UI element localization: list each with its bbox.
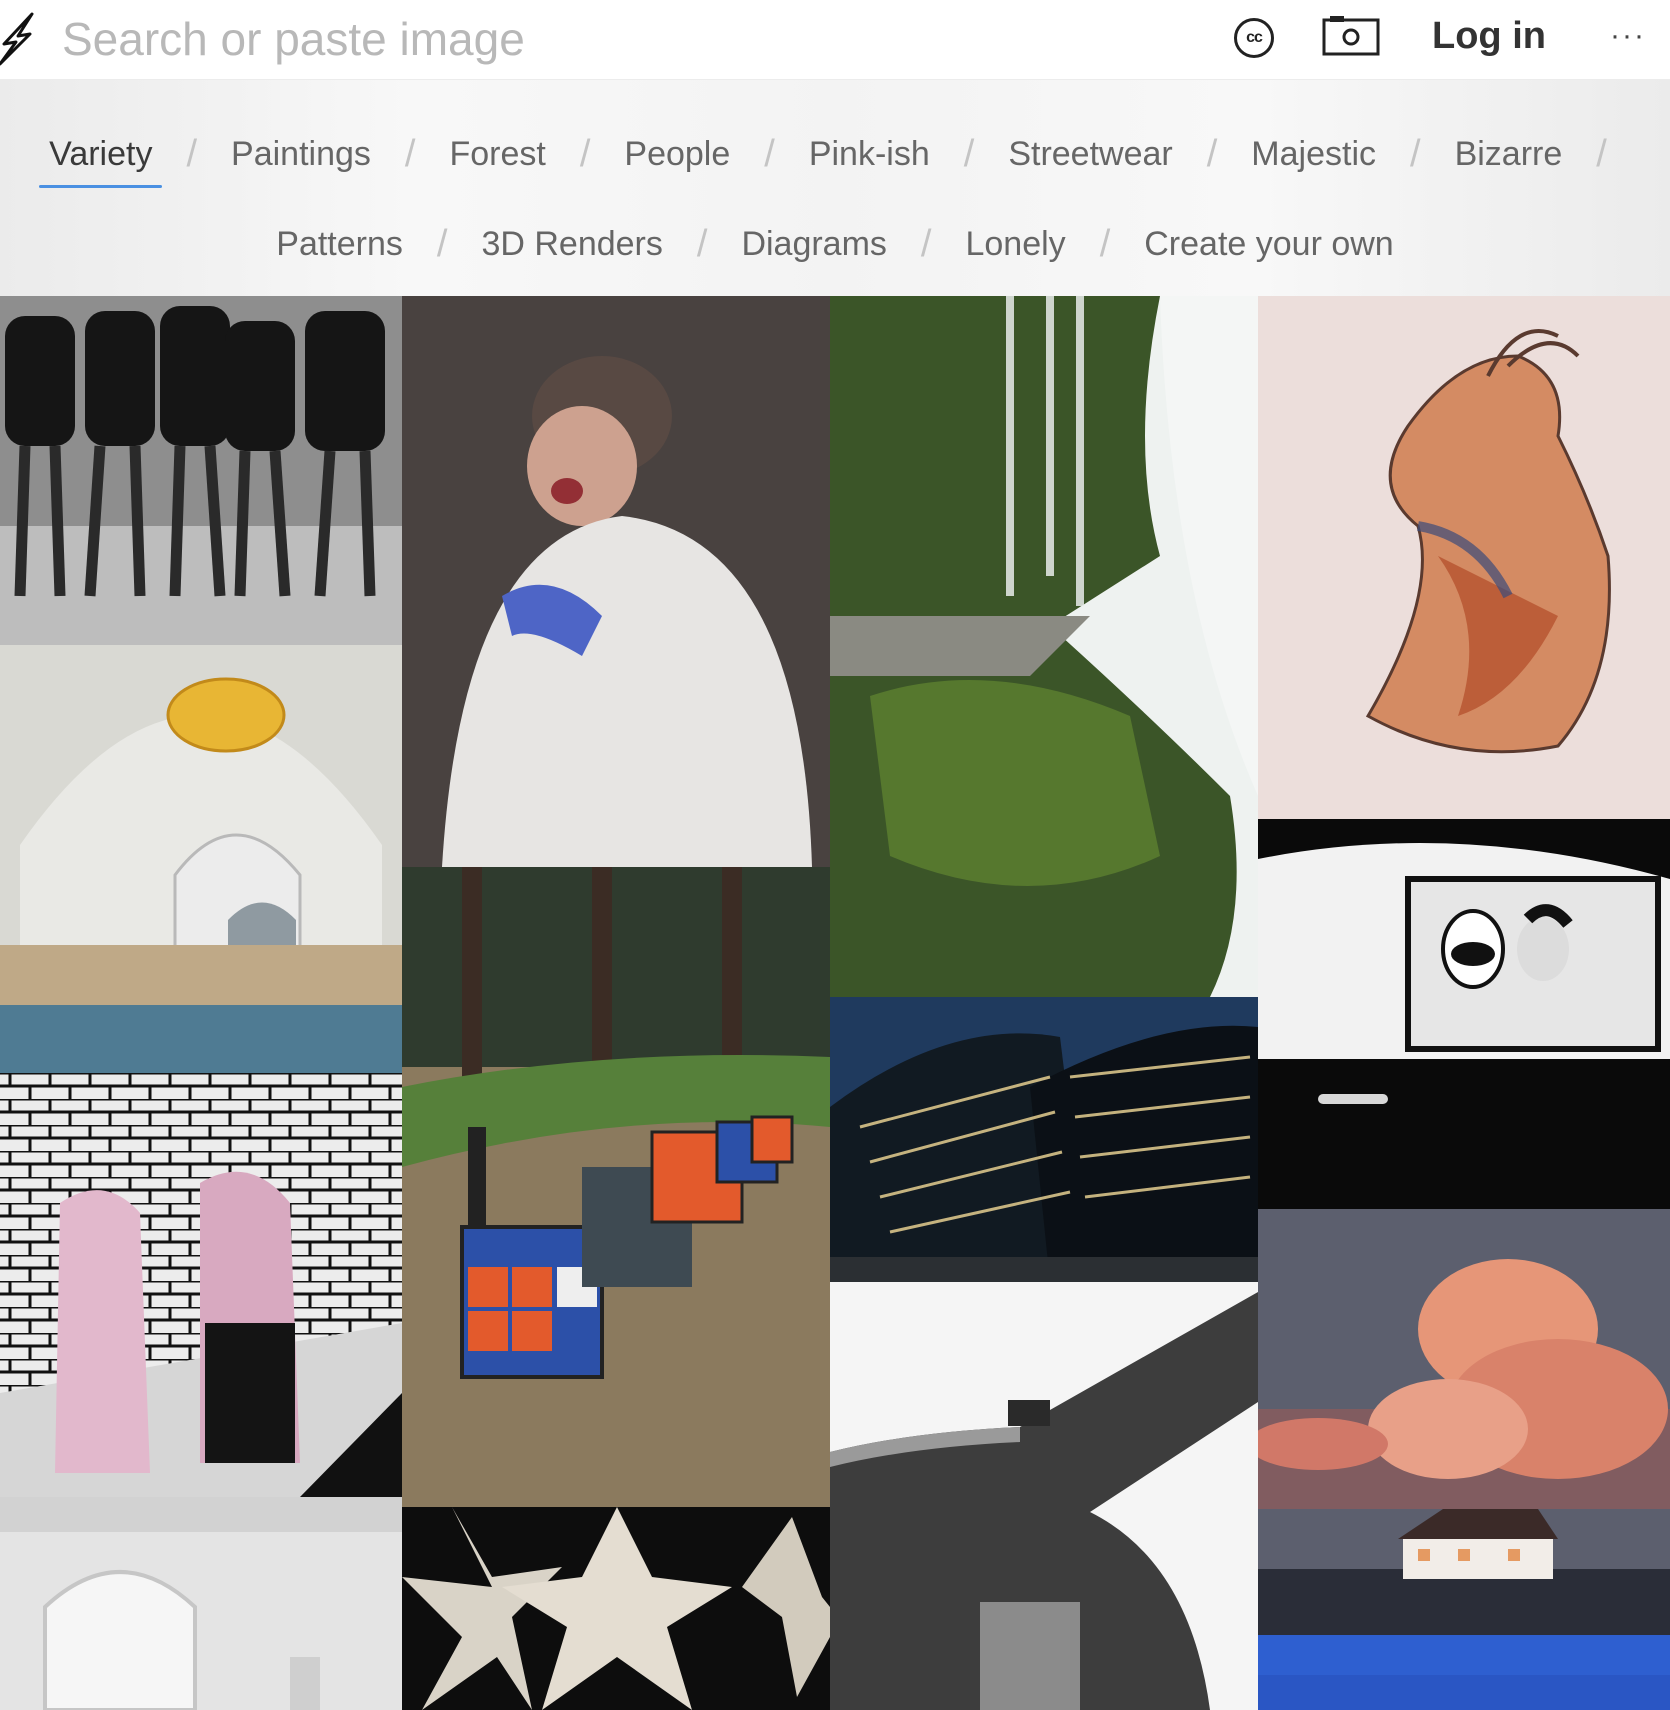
camera-icon[interactable] xyxy=(1322,14,1380,58)
image-tile-women-dresses[interactable] xyxy=(0,296,402,645)
creative-commons-label: cc xyxy=(1246,29,1263,46)
category-row-1: Variety / Paintings / Forest / People / … xyxy=(0,126,1670,188)
image-tile-fur-coats[interactable] xyxy=(0,1073,402,1497)
category-tab-majestic[interactable]: Majestic xyxy=(1241,135,1386,174)
category-separator: / xyxy=(1596,132,1607,175)
category-tab-paintings[interactable]: Paintings xyxy=(221,135,381,174)
creative-commons-icon[interactable]: cc xyxy=(1234,18,1274,58)
category-tab-people[interactable]: People xyxy=(614,135,740,174)
category-row-2: Patterns / 3D Renders / Diagrams / Lonel… xyxy=(0,216,1670,272)
top-bar: cc Log in ··· xyxy=(0,0,1670,80)
category-separator: / xyxy=(920,222,932,265)
category-tab-forest[interactable]: Forest xyxy=(439,135,555,174)
image-tile-pool-hall[interactable] xyxy=(0,645,402,1073)
category-separator: / xyxy=(579,132,591,175)
category-separator: / xyxy=(764,132,775,175)
category-separator: / xyxy=(1410,132,1421,175)
image-grid xyxy=(0,296,1670,1710)
category-separator: / xyxy=(696,222,708,265)
category-separator: / xyxy=(404,132,416,175)
more-options-icon[interactable]: ··· xyxy=(1610,18,1646,54)
category-separator: / xyxy=(963,132,975,175)
category-tab-lonely[interactable]: Lonely xyxy=(955,225,1075,264)
category-separator: / xyxy=(186,132,198,175)
category-separator: / xyxy=(436,222,448,265)
image-tile-geometric-stars[interactable] xyxy=(402,1507,830,1710)
image-tile-concrete-tower[interactable] xyxy=(830,1282,1258,1710)
category-separator: / xyxy=(1206,132,1218,175)
image-tile-blue-sea[interactable] xyxy=(1258,1635,1670,1710)
image-tile-hand-watercolor[interactable] xyxy=(1258,296,1670,819)
image-tile-couple-in-car[interactable] xyxy=(1258,819,1670,1209)
login-button[interactable]: Log in xyxy=(1432,10,1546,62)
image-tile-plastic-wrap[interactable] xyxy=(402,296,830,867)
image-tile-curved-skyscrapers[interactable] xyxy=(830,997,1258,1282)
image-tile-pink-cloud-house[interactable] xyxy=(1258,1209,1670,1635)
category-tab-bizarre[interactable]: Bizarre xyxy=(1445,135,1573,174)
category-bar: Variety / Paintings / Forest / People / … xyxy=(0,80,1670,296)
image-tile-rubik-benches[interactable] xyxy=(402,867,830,1507)
search-input[interactable] xyxy=(62,8,1142,70)
lightning-bolt-icon[interactable] xyxy=(0,12,36,66)
category-tab-pink-ish[interactable]: Pink-ish xyxy=(799,135,940,174)
category-tab-diagrams[interactable]: Diagrams xyxy=(731,225,896,264)
image-tile-mossy-waterfall[interactable] xyxy=(830,296,1258,997)
category-tab-streetwear[interactable]: Streetwear xyxy=(998,135,1182,174)
category-tab-create-your-own[interactable]: Create your own xyxy=(1134,225,1403,264)
image-tile-white-room[interactable] xyxy=(0,1497,402,1710)
category-tab-patterns[interactable]: Patterns xyxy=(266,225,413,264)
category-tab-3d-renders[interactable]: 3D Renders xyxy=(471,225,672,264)
category-separator: / xyxy=(1099,222,1111,265)
category-tab-variety[interactable]: Variety xyxy=(39,135,163,188)
